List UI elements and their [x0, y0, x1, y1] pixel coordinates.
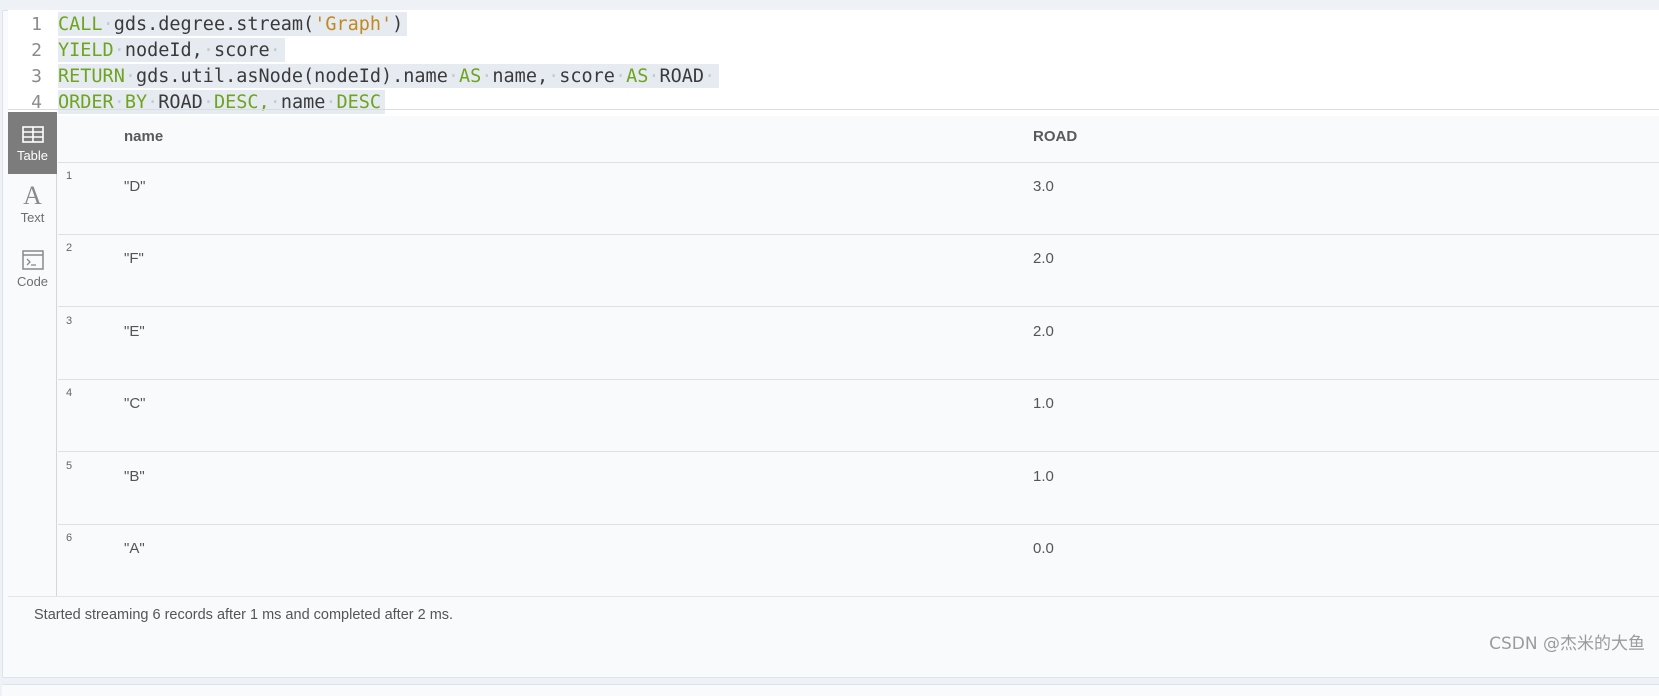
row-number: 3 — [66, 315, 73, 327]
line-number: 2 — [31, 39, 42, 61]
editor-line: 3 RETURN·gds.util.asNode(nodeId).name·AS… — [8, 63, 1659, 89]
cell-road: 2.0 — [1033, 323, 1054, 340]
line-number: 1 — [31, 13, 42, 35]
cell-name: "B" — [124, 468, 145, 485]
code-icon — [21, 248, 44, 272]
watermark: CSDN @杰米的大鱼 — [1489, 634, 1645, 654]
cell-name: "A" — [124, 540, 145, 557]
table-row: 6 "A" 0.0 — [58, 525, 1659, 597]
cell-road: 3.0 — [1033, 178, 1054, 195]
code-line[interactable]: YIELD·nodeId,·score· — [58, 38, 285, 62]
table-row: 2 "F" 2.0 — [58, 235, 1659, 307]
editor-line: 2 YIELD·nodeId,·score· — [8, 37, 1659, 63]
row-number: 1 — [66, 170, 73, 182]
code-view-label: Code — [16, 274, 49, 289]
table-row: 3 "E" 2.0 — [58, 308, 1659, 380]
row-number: 6 — [66, 532, 73, 544]
code-line[interactable]: CALL·gds.degree.stream('Graph') — [58, 12, 408, 36]
cell-road: 2.0 — [1033, 250, 1054, 267]
cell-road: 1.0 — [1033, 468, 1054, 485]
column-header-name[interactable]: name — [124, 128, 163, 145]
editor-line: 1 CALL·gds.degree.stream('Graph') — [8, 11, 1659, 37]
table-icon — [21, 122, 44, 146]
table-row: 1 "D" 3.0 — [58, 163, 1659, 235]
code-line[interactable]: RETURN·gds.util.asNode(nodeId).name·AS·n… — [58, 64, 720, 88]
cell-road: 0.0 — [1033, 540, 1054, 557]
cell-road: 1.0 — [1033, 395, 1054, 412]
cell-name: "D" — [124, 178, 146, 195]
code-view-button[interactable]: Code — [8, 238, 57, 300]
result-table: name ROAD 1 "D" 3.0 2 "F" 2.0 3 "E" 2.0 … — [58, 112, 1659, 597]
cell-name: "C" — [124, 395, 146, 412]
table-view-label: Table — [16, 148, 49, 163]
next-frame-edge — [2, 684, 1659, 696]
line-number: 3 — [31, 65, 42, 87]
text-icon: A — [23, 181, 42, 210]
table-row: 4 "C" 1.0 — [58, 380, 1659, 452]
text-view-button[interactable]: A Text — [8, 174, 57, 236]
row-number: 2 — [66, 242, 73, 254]
text-view-label: Text — [20, 210, 45, 225]
cell-name: "E" — [124, 323, 145, 340]
table-view-button[interactable]: Table — [8, 112, 57, 174]
code-line[interactable]: ORDER·BY·ROAD·DESC,·name·DESC — [58, 90, 386, 114]
column-header-road[interactable]: ROAD — [1033, 128, 1077, 145]
status-text: Started streaming 6 records after 1 ms a… — [34, 607, 454, 623]
query-editor[interactable]: 1 CALL·gds.degree.stream('Graph') 2 YIEL… — [8, 10, 1659, 116]
view-switcher: Table A Text Code — [8, 112, 57, 596]
row-number: 4 — [66, 387, 73, 399]
cell-name: "F" — [124, 250, 144, 267]
table-row: 5 "B" 1.0 — [58, 453, 1659, 525]
editor-divider — [8, 109, 1659, 110]
table-header: name ROAD — [58, 112, 1659, 163]
row-number: 5 — [66, 460, 73, 472]
status-divider — [8, 596, 1659, 597]
